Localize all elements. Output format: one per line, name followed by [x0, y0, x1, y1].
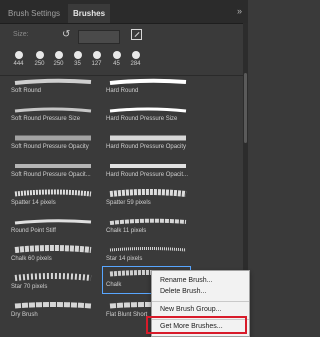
- size-row: Size: ↺: [0, 26, 248, 46]
- menu-divider: [152, 301, 249, 302]
- brush-stroke-preview: [110, 164, 186, 168]
- brush-name: Hard Round Pressure Size: [106, 116, 178, 122]
- recent-size: 284: [130, 61, 141, 67]
- brush-stroke-preview: [14, 273, 92, 281]
- recent-size: 444: [13, 61, 24, 67]
- brush-name: Soft Round: [11, 88, 42, 94]
- recent-brush[interactable]: 35: [69, 51, 86, 67]
- new-brush-icon[interactable]: [131, 29, 142, 40]
- recent-brush[interactable]: 250: [31, 51, 48, 67]
- brush-stroke-preview: [14, 219, 92, 225]
- recent-brushes: 444 250 250 35 127 45 284: [0, 48, 248, 76]
- brush-stroke-preview: [15, 135, 91, 141]
- recent-size: 45: [113, 61, 120, 67]
- panel-menu-icon[interactable]: »: [237, 6, 242, 16]
- recent-size: 250: [34, 61, 45, 67]
- recent-brush[interactable]: 250: [50, 51, 67, 67]
- recent-size: 35: [74, 61, 81, 67]
- brush-soft-round-pressure-size[interactable]: Soft Round Pressure Size: [8, 105, 95, 125]
- brush-name: Flat Blunt Short: [106, 312, 148, 318]
- menu-delete-brush[interactable]: Delete Brush...: [160, 288, 206, 295]
- brush-name: Soft Round Pressure Size: [11, 116, 81, 122]
- brush-star-14[interactable]: Star 14 pixels: [103, 245, 190, 265]
- brush-name: Hard Round Pressure Opacit...: [106, 172, 189, 178]
- brush-name: Dry Brush: [11, 312, 38, 318]
- brush-tip-icon: [54, 51, 63, 59]
- brush-stroke-preview: [109, 218, 187, 225]
- brush-soft-round-pressure-opacity-2[interactable]: Soft Round Pressure Opacit...: [8, 161, 95, 181]
- panel-tab-bar: Brush Settings Brushes »: [0, 0, 248, 24]
- brush-stroke-preview: [110, 135, 186, 141]
- brush-name: Chalk 11 pixels: [106, 228, 147, 234]
- brush-chalk-11[interactable]: Chalk 11 pixels: [103, 217, 190, 237]
- recent-brush[interactable]: 45: [108, 51, 125, 67]
- brush-tip-icon: [35, 51, 44, 59]
- brush-name: Spatter 14 pixels: [11, 200, 56, 206]
- scrollbar-thumb[interactable]: [244, 73, 247, 143]
- brush-spatter-14[interactable]: Spatter 14 pixels: [8, 189, 95, 209]
- brush-tip-icon: [73, 51, 82, 59]
- brush-round-point-stiff[interactable]: Round Point Stiff: [8, 217, 95, 237]
- size-label: Size:: [13, 31, 29, 38]
- brush-hard-round-pressure-opacity[interactable]: Hard Round Pressure Opacity: [103, 133, 190, 153]
- brush-spatter-59[interactable]: Spatter 59 pixels: [103, 189, 190, 209]
- brush-dry-brush[interactable]: Dry Brush: [8, 301, 95, 321]
- brush-stroke-preview: [109, 78, 187, 85]
- brush-hard-round-pressure-size[interactable]: Hard Round Pressure Size: [103, 105, 190, 125]
- brush-name: Spatter 59 pixels: [106, 200, 151, 206]
- recent-size: 250: [53, 61, 64, 67]
- recent-size: 127: [91, 61, 102, 67]
- recent-brush[interactable]: 444: [10, 51, 27, 67]
- brush-star-70[interactable]: Star 70 pixels: [8, 273, 95, 293]
- brush-tip-icon: [14, 51, 23, 59]
- reset-icon[interactable]: ↺: [62, 29, 70, 40]
- brush-name: Chalk 60 pixels: [11, 256, 52, 262]
- recent-brush[interactable]: 284: [127, 51, 144, 67]
- brush-stroke-preview: [109, 107, 187, 113]
- brush-stroke-preview: [14, 302, 92, 309]
- brush-tip-icon: [131, 51, 140, 59]
- brush-name: Star 70 pixels: [11, 284, 48, 290]
- brush-name: Soft Round Pressure Opacit...: [11, 172, 91, 178]
- brush-name: Soft Round Pressure Opacity: [11, 144, 89, 150]
- tab-brushes[interactable]: Brushes: [68, 4, 111, 23]
- brush-soft-round[interactable]: Soft Round: [8, 77, 95, 97]
- brush-stroke-preview: [109, 189, 187, 197]
- brush-stroke-preview: [15, 164, 91, 168]
- brush-hard-round[interactable]: Hard Round: [103, 77, 190, 97]
- brush-stroke-preview: [14, 107, 92, 113]
- brush-name: Star 14 pixels: [106, 256, 143, 262]
- menu-rename-brush[interactable]: Rename Brush...: [160, 277, 213, 284]
- recent-brush[interactable]: 127: [88, 51, 105, 67]
- brush-name: Hard Round: [106, 88, 139, 94]
- brush-stroke-preview: [14, 78, 92, 85]
- brush-name: Round Point Stiff: [11, 228, 56, 234]
- brush-tip-icon: [92, 51, 101, 59]
- highlight-annotation: [146, 316, 247, 334]
- menu-new-brush-group[interactable]: New Brush Group...: [160, 306, 221, 313]
- tab-brush-settings[interactable]: Brush Settings: [3, 4, 65, 23]
- brush-name: Chalk: [106, 282, 122, 288]
- brush-tip-icon: [112, 51, 121, 59]
- brush-hard-round-pressure-opacity-2[interactable]: Hard Round Pressure Opacit...: [103, 161, 190, 181]
- brush-name: Hard Round Pressure Opacity: [106, 144, 187, 150]
- brush-stroke-preview: [14, 189, 92, 197]
- brush-stroke-preview: [14, 245, 92, 253]
- brush-stroke-preview: [109, 247, 187, 252]
- size-slider[interactable]: [78, 30, 120, 44]
- brush-soft-round-pressure-opacity[interactable]: Soft Round Pressure Opacity: [8, 133, 95, 153]
- brush-chalk-60[interactable]: Chalk 60 pixels: [8, 245, 95, 265]
